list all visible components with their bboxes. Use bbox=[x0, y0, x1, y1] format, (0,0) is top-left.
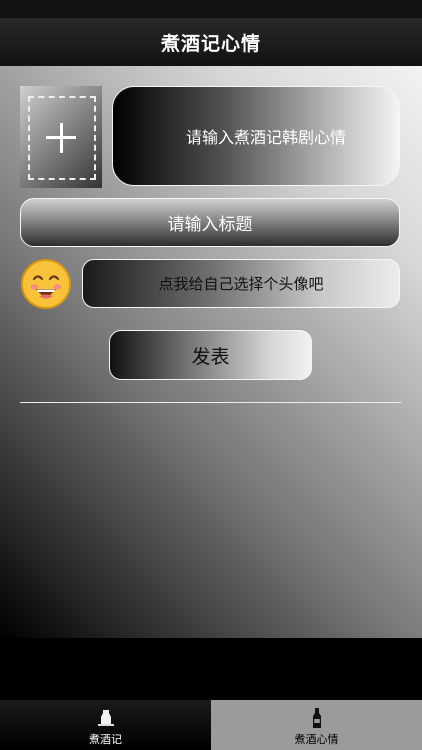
title-placeholder: 请输入标题 bbox=[167, 215, 253, 235]
navigation-bar: 煮酒记心情 bbox=[0, 18, 422, 66]
tab-bar: 煮酒记 煮酒心情 bbox=[0, 700, 422, 750]
smiley-face-icon bbox=[24, 262, 68, 306]
mood-placeholder: 请输入煮酒记韩剧心情 bbox=[185, 128, 346, 147]
bottle-icon bbox=[97, 710, 114, 726]
compose-panel: 请输入煮酒记韩剧心情 请输入标题 点我给自己选择个头像吧 发表 bbox=[0, 66, 422, 638]
title-input[interactable]: 请输入标题 bbox=[20, 198, 400, 247]
choose-avatar-label: 点我给自己选择个头像吧 bbox=[158, 275, 324, 293]
status-bar bbox=[0, 0, 422, 18]
divider bbox=[20, 402, 401, 403]
add-photo-button[interactable] bbox=[20, 86, 102, 188]
avatar[interactable] bbox=[21, 259, 71, 309]
mood-input[interactable]: 请输入煮酒记韩剧心情 bbox=[112, 86, 400, 186]
tab-zhujiu-mood[interactable]: 煮酒心情 bbox=[211, 700, 422, 750]
publish-button[interactable]: 发表 bbox=[109, 330, 312, 380]
wine-bottle-icon bbox=[312, 708, 321, 728]
app-screen: 煮酒记心情 请输入煮酒记韩剧心情 请输入标题 点我给自己选择个头像吧 发表 煮酒… bbox=[0, 0, 422, 750]
tab-label: 煮酒心情 bbox=[294, 733, 339, 746]
page-title: 煮酒记心情 bbox=[160, 32, 261, 55]
choose-avatar-button[interactable]: 点我给自己选择个头像吧 bbox=[82, 259, 400, 308]
plus-icon-vertical bbox=[59, 123, 63, 153]
publish-label: 发表 bbox=[191, 345, 230, 368]
tab-label: 煮酒记 bbox=[89, 733, 122, 746]
tab-zhujiuji[interactable]: 煮酒记 bbox=[0, 700, 211, 750]
